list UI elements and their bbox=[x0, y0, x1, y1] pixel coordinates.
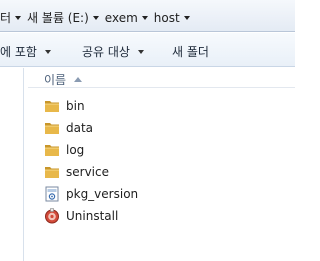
sort-ascending-icon bbox=[74, 77, 83, 82]
folder-icon bbox=[44, 142, 60, 158]
chevron-down-icon[interactable] bbox=[183, 15, 190, 20]
breadcrumb: 터 새 볼륨 (E:) exem host bbox=[0, 9, 196, 26]
address-bar: 터 새 볼륨 (E:) exem host bbox=[0, 0, 295, 32]
column-header: 이름 bbox=[28, 68, 295, 88]
list-item[interactable]: bin bbox=[44, 95, 284, 117]
file-name: Uninstall bbox=[66, 209, 119, 223]
folder-icon bbox=[44, 120, 60, 136]
file-name: service bbox=[66, 165, 109, 179]
breadcrumb-item-volume[interactable]: 새 볼륨 (E:) bbox=[27, 9, 89, 26]
file-name: log bbox=[66, 143, 85, 157]
chevron-down-icon[interactable] bbox=[92, 15, 99, 20]
folder-icon bbox=[44, 164, 60, 180]
chevron-down-icon[interactable] bbox=[15, 15, 22, 20]
chevron-down-icon bbox=[137, 49, 144, 54]
list-item[interactable]: data bbox=[44, 117, 284, 139]
chevron-down-icon[interactable] bbox=[141, 15, 148, 20]
include-in-library-label: 에 포함 bbox=[0, 45, 37, 59]
file-list: bin data log service pkg_version Uninsta… bbox=[44, 95, 284, 227]
file-name: pkg_version bbox=[66, 187, 139, 201]
list-item[interactable]: Uninstall bbox=[44, 205, 284, 227]
file-name: data bbox=[66, 121, 94, 135]
new-folder-button[interactable]: 새 폴더 bbox=[172, 43, 209, 60]
file-name: bin bbox=[66, 99, 85, 113]
name-column-header[interactable]: 이름 bbox=[44, 71, 83, 88]
command-toolbar: 에 포함 공유 대상 새 폴더 bbox=[0, 33, 295, 67]
breadcrumb-item-exem[interactable]: exem bbox=[105, 11, 138, 25]
list-item[interactable]: pkg_version bbox=[44, 183, 284, 205]
breadcrumb-item-host[interactable]: host bbox=[154, 11, 180, 25]
folder-icon bbox=[44, 98, 60, 114]
share-with-button[interactable]: 공유 대상 bbox=[82, 43, 144, 60]
name-column-label: 이름 bbox=[44, 73, 67, 87]
list-item[interactable]: log bbox=[44, 139, 284, 161]
uninstall-icon bbox=[44, 208, 60, 224]
navigation-pane[interactable] bbox=[0, 68, 24, 261]
chevron-down-icon bbox=[44, 49, 51, 54]
breadcrumb-item-computer[interactable]: 터 bbox=[0, 9, 11, 26]
share-with-label: 공유 대상 bbox=[82, 45, 130, 59]
file-icon bbox=[44, 186, 60, 202]
list-item[interactable]: service bbox=[44, 161, 284, 183]
include-in-library-button[interactable]: 에 포함 bbox=[0, 43, 51, 60]
new-folder-label: 새 폴더 bbox=[172, 45, 209, 59]
